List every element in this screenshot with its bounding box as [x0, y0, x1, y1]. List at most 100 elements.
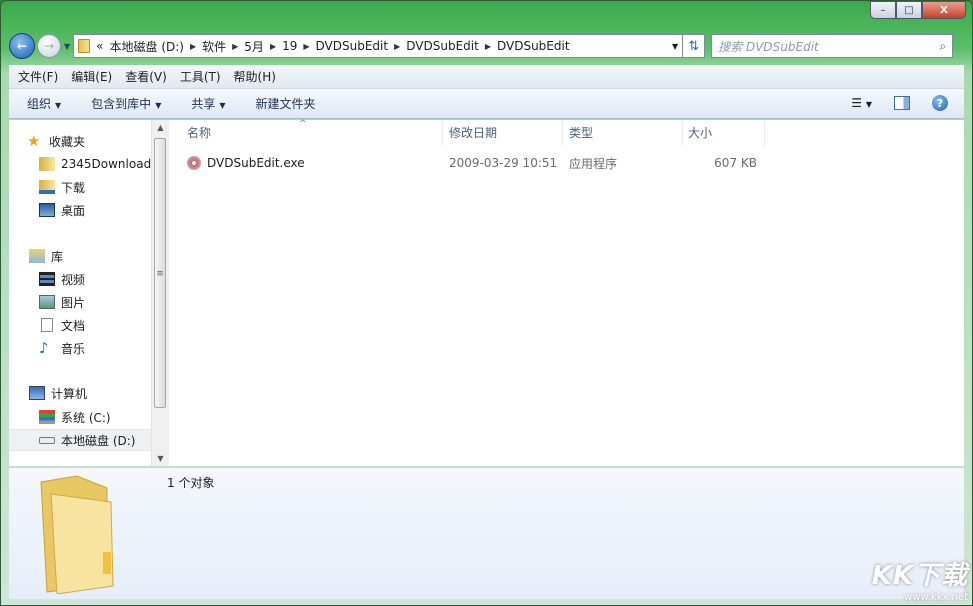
nav-label: 视频: [61, 272, 86, 287]
share-label: 共享: [191, 97, 216, 111]
nav-label: 2345Downloads: [61, 157, 151, 171]
search-icon[interactable]: ⌕: [939, 39, 946, 54]
navigation-bar: ← → ▼ « 本地磁盘 (D:) ▶ 软件 ▶ 5月 ▶ 19 ▶ DVDSubEdi…: [9, 33, 964, 59]
command-bar: 组织 ▼ 包含到库中 ▼ 共享 ▼ 新建文件夹 ☰ ▼ ?: [9, 89, 964, 119]
chevron-down-icon: ▼: [155, 101, 162, 110]
details-pane: 1 个对象: [9, 467, 964, 599]
watermark-url: www.kkx.net: [904, 592, 968, 603]
file-list: ^ 名称 修改日期 类型 大小 DVDSubEdit.exe 2009-03-29…: [168, 119, 964, 466]
nav-item-videos[interactable]: 视频: [39, 268, 151, 290]
minimize-button[interactable]: –: [870, 1, 896, 19]
nav-item-music[interactable]: ♪ 音乐: [39, 337, 151, 359]
drive-icon: [39, 436, 55, 444]
download-folder-icon: [39, 180, 55, 194]
breadcrumb-arrow-icon[interactable]: ▶: [190, 42, 196, 51]
breadcrumb-segment[interactable]: DVDSubEdit: [316, 39, 389, 53]
file-type: 应用程序: [569, 156, 618, 171]
search-input[interactable]: 搜索 DVDSubEdit ⌕: [711, 34, 954, 58]
window-controls: – □ X: [870, 1, 966, 19]
share-button[interactable]: 共享 ▼: [191, 95, 225, 112]
new-folder-button[interactable]: 新建文件夹: [256, 95, 316, 112]
content-area: ★ 收藏夹 2345Downloads 下载 桌面 库 视频 图片 文档 ♪ 音乐 …: [9, 119, 964, 466]
organize-label: 组织: [27, 97, 52, 111]
watermark-logo: KK下载: [871, 561, 968, 591]
column-header-size[interactable]: 大小: [683, 120, 765, 146]
computer-icon: [29, 386, 45, 400]
address-dropdown-icon[interactable]: ▼: [672, 42, 682, 51]
maximize-button[interactable]: □: [896, 1, 922, 19]
library-icon: [29, 249, 45, 263]
nav-item-2345downloads[interactable]: 2345Downloads: [39, 153, 151, 175]
refresh-button[interactable]: ⇅: [683, 34, 706, 58]
navigation-pane: ★ 收藏夹 2345Downloads 下载 桌面 库 视频 图片 文档 ♪ 音乐 …: [9, 120, 151, 466]
organize-button[interactable]: 组织 ▼: [27, 95, 61, 112]
exe-icon: [187, 156, 201, 171]
column-header-modified[interactable]: 修改日期: [443, 120, 563, 146]
include-in-library-button[interactable]: 包含到库中 ▼: [91, 95, 161, 112]
file-modified: 2009-03-29 10:51: [449, 156, 558, 170]
nav-item-downloads[interactable]: 下载: [39, 176, 151, 198]
recent-pages-dropdown[interactable]: ▼: [64, 42, 70, 51]
search-placeholder: 搜索 DVDSubEdit: [718, 39, 819, 54]
forward-button[interactable]: →: [37, 34, 61, 58]
menu-edit[interactable]: 编辑(E): [71, 68, 112, 85]
nav-favorites[interactable]: ★ 收藏夹: [27, 130, 151, 152]
picture-icon: [39, 295, 55, 309]
desktop-icon: [39, 203, 55, 217]
breadcrumb-segment[interactable]: 19: [282, 39, 297, 53]
breadcrumb-arrow-icon[interactable]: ▶: [485, 42, 491, 51]
column-header-name[interactable]: ^ 名称: [169, 119, 443, 146]
folder-icon: [78, 39, 91, 53]
nav-item-pictures[interactable]: 图片: [39, 291, 151, 313]
scroll-down-icon[interactable]: ▼: [152, 454, 169, 463]
music-note-icon: ♪: [39, 339, 49, 357]
breadcrumb-arrow-icon[interactable]: ▶: [303, 42, 309, 51]
explorer-window: – □ X ← → ▼ « 本地磁盘 (D:) ▶ 软件 ▶ 5月 ▶ 19 ▶ DVD…: [0, 0, 973, 606]
chevron-down-icon: ▼: [55, 101, 62, 110]
nav-item-drive-c[interactable]: 系统 (C:): [39, 406, 151, 428]
header-label: 名称: [187, 126, 212, 140]
refresh-icon: ⇅: [688, 38, 700, 54]
breadcrumb-arrow-icon[interactable]: ▶: [270, 42, 276, 51]
file-row[interactable]: DVDSubEdit.exe 2009-03-29 10:51 应用程序 607…: [169, 152, 765, 174]
address-bar[interactable]: « 本地磁盘 (D:) ▶ 软件 ▶ 5月 ▶ 19 ▶ DVDSubEdit ▶ DVD…: [73, 34, 684, 58]
breadcrumb-segment[interactable]: 软件: [202, 38, 226, 55]
breadcrumb-arrow-icon[interactable]: ▶: [232, 42, 238, 51]
menu-bar: 文件(F) 编辑(E) 查看(V) 工具(T) 帮助(H): [9, 65, 964, 89]
large-folder-icon: [40, 475, 114, 594]
nav-item-documents[interactable]: 文档: [39, 314, 151, 336]
preview-pane-icon[interactable]: [894, 96, 910, 110]
scroll-up-icon[interactable]: ▲: [152, 123, 169, 132]
nav-label: 音乐: [61, 341, 86, 356]
chevron-down-icon: ▼: [219, 101, 226, 110]
breadcrumb-segment[interactable]: DVDSubEdit: [406, 39, 479, 53]
nav-label: 图片: [61, 295, 86, 310]
nav-item-drive-d[interactable]: 本地磁盘 (D:): [9, 429, 151, 451]
scroll-thumb[interactable]: ≡: [154, 138, 166, 408]
nav-libraries[interactable]: 库: [29, 245, 151, 267]
menu-file[interactable]: 文件(F): [18, 68, 58, 85]
breadcrumb-arrow-icon[interactable]: ▶: [394, 42, 400, 51]
breadcrumb-segment[interactable]: DVDSubEdit: [497, 39, 570, 53]
nav-label: 计算机: [51, 386, 88, 401]
breadcrumb-overflow[interactable]: «: [96, 39, 103, 53]
video-icon: [39, 272, 55, 286]
breadcrumb-segment[interactable]: 本地磁盘 (D:): [110, 38, 184, 55]
nav-scrollbar[interactable]: ▲ ≡ ▼: [151, 120, 168, 466]
nav-label: 系统 (C:): [61, 410, 111, 425]
menu-view[interactable]: 查看(V): [125, 68, 167, 85]
close-button[interactable]: X: [922, 1, 966, 19]
column-header-type[interactable]: 类型: [563, 120, 683, 146]
include-label: 包含到库中: [91, 97, 152, 111]
sort-ascending-icon: ^: [299, 119, 307, 129]
menu-tools[interactable]: 工具(T): [180, 68, 221, 85]
breadcrumb-segment[interactable]: 5月: [244, 38, 264, 55]
menu-help[interactable]: 帮助(H): [234, 68, 276, 85]
help-icon[interactable]: ?: [932, 95, 948, 111]
back-button[interactable]: ←: [9, 33, 35, 59]
nav-label: 文档: [61, 318, 86, 333]
nav-computer[interactable]: 计算机: [29, 382, 151, 404]
column-headers: ^ 名称 修改日期 类型 大小: [169, 119, 964, 146]
view-options-button[interactable]: ☰ ▼: [851, 96, 872, 110]
nav-item-desktop[interactable]: 桌面: [39, 199, 151, 221]
